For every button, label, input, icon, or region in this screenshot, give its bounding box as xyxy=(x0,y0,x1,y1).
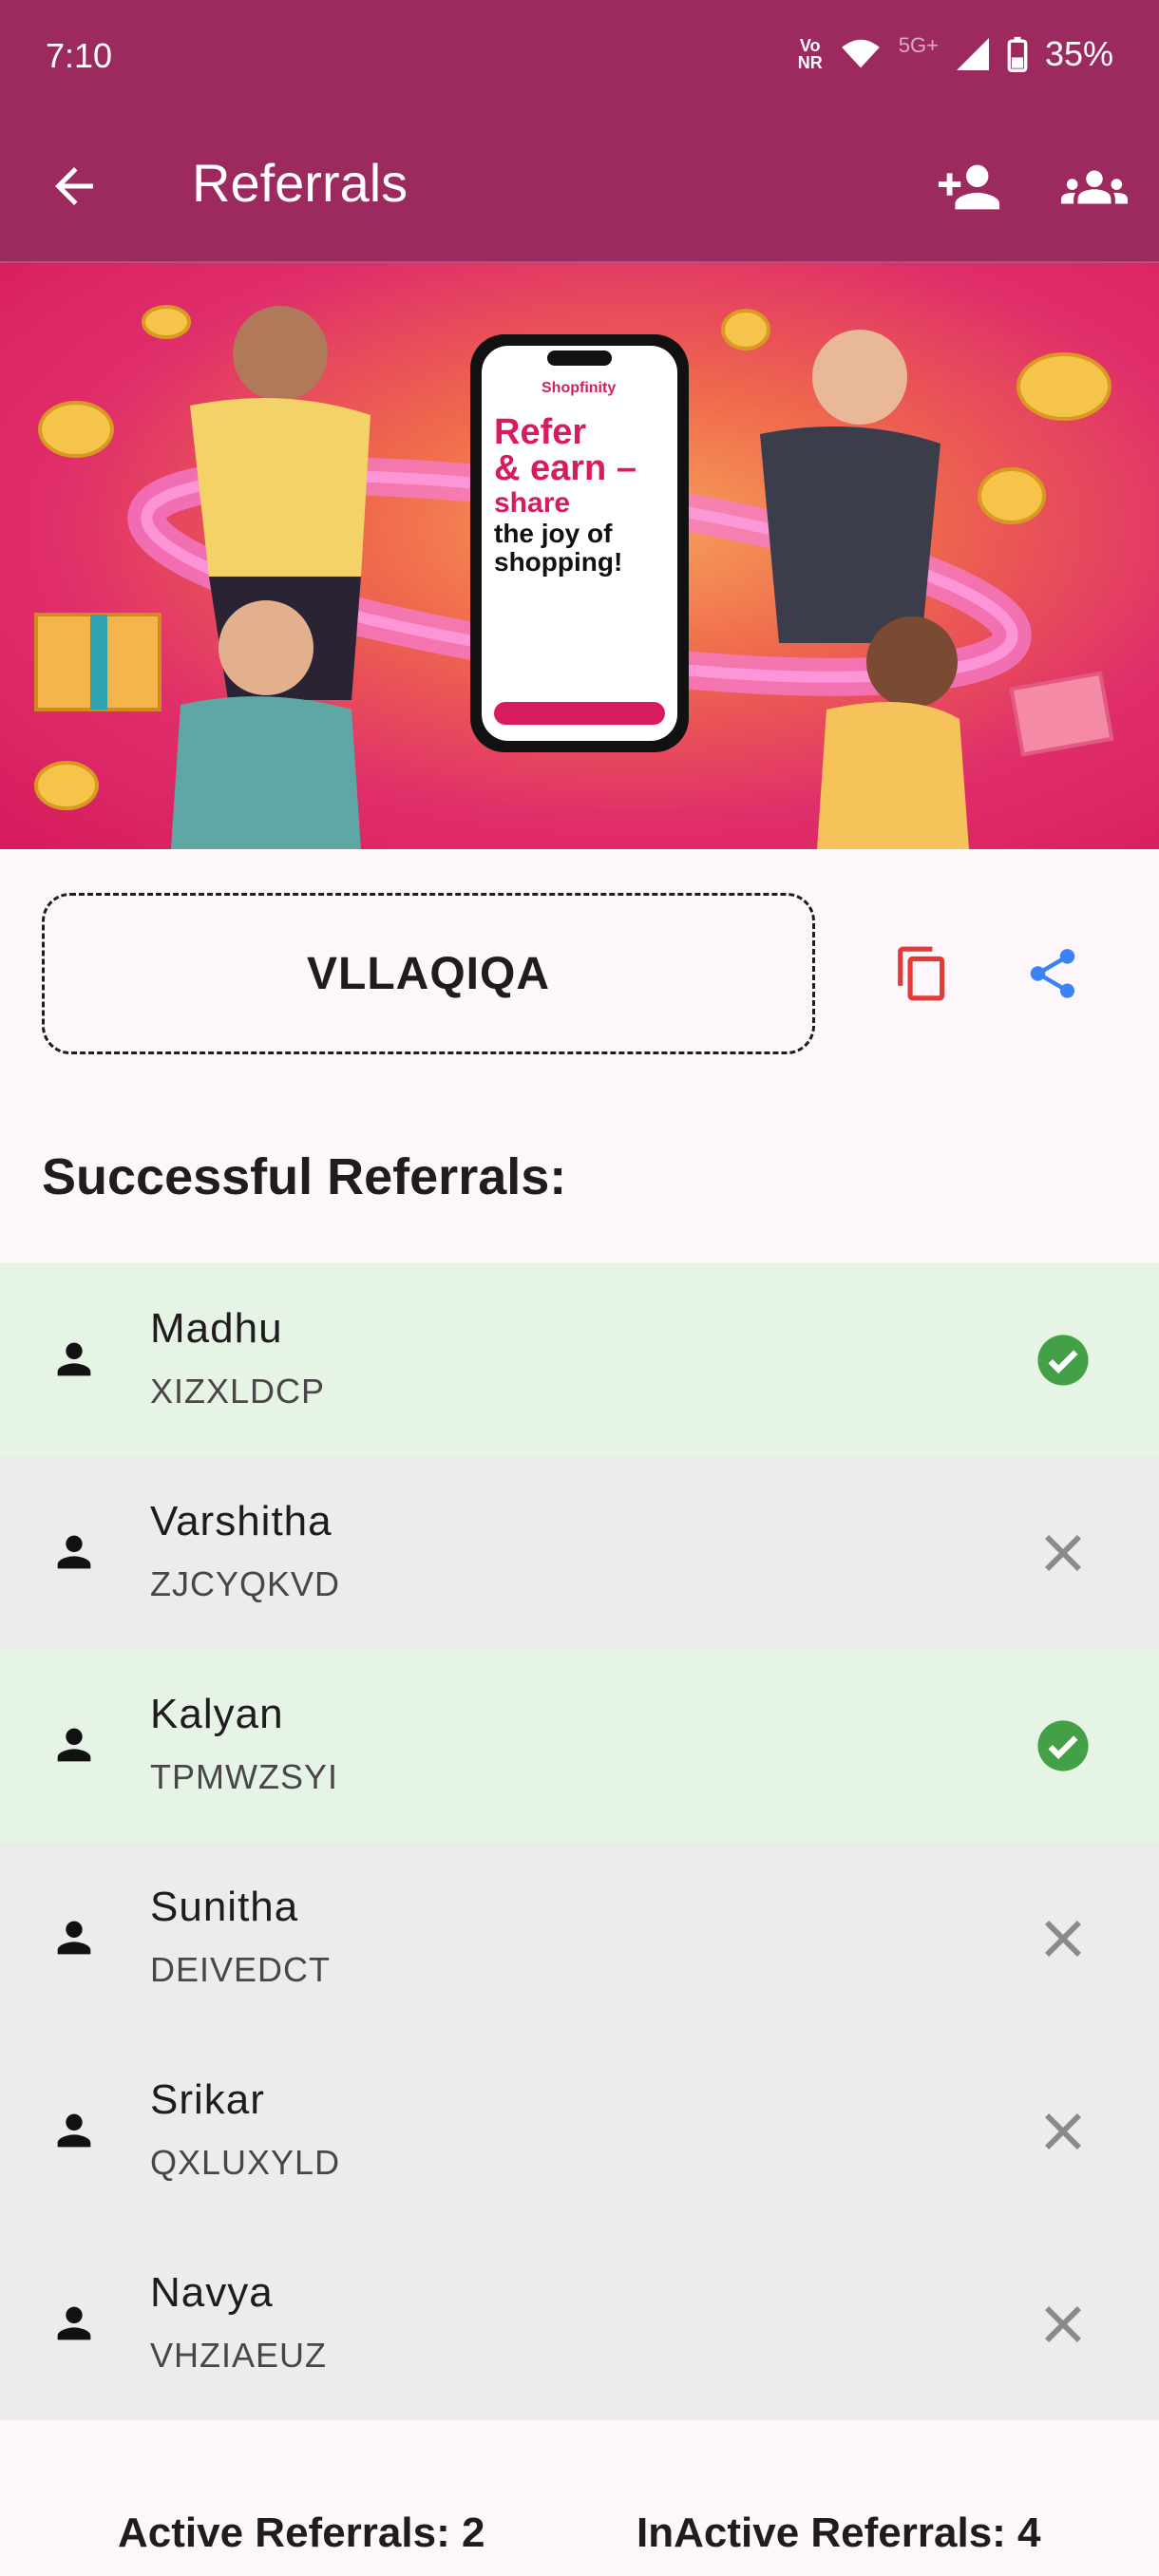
banner-headline-1: Refer xyxy=(494,412,586,452)
referral-summary: Active Referrals: 2 InActive Referrals: … xyxy=(0,2489,1159,2576)
active-referrals-count: Active Referrals: 2 xyxy=(118,2510,485,2556)
banner-headline-3: share xyxy=(494,487,570,519)
person-icon xyxy=(57,1342,91,1376)
person-icon xyxy=(57,2113,91,2148)
person-icon xyxy=(57,1921,91,1955)
group-icon[interactable] xyxy=(1056,154,1132,220)
referral-name: Madhu xyxy=(150,1305,283,1352)
referral-list: Madhu XIZXLDCP Varshitha ZJCYQKVD Kalyan TPMW… xyxy=(0,1263,1159,2420)
referral-row[interactable]: Madhu XIZXLDCP xyxy=(0,1263,1159,1456)
close-icon xyxy=(1045,1921,1081,1957)
check-circle-icon xyxy=(1037,1335,1089,1386)
referral-row[interactable]: Sunitha DEIVEDCT xyxy=(0,1842,1159,2035)
referral-name: Srikar xyxy=(150,2076,265,2123)
referral-row[interactable]: Srikar QXLUXYLD xyxy=(0,2035,1159,2227)
person-icon xyxy=(57,2306,91,2340)
person-icon xyxy=(57,1535,91,1569)
close-icon xyxy=(1045,1535,1081,1571)
close-icon xyxy=(1045,2306,1081,2342)
section-title: Successful Referrals: xyxy=(42,1148,567,1205)
banner-headline-4: the joy of xyxy=(494,519,613,548)
referral-row[interactable]: Varshitha ZJCYQKVD xyxy=(0,1456,1159,1649)
referral-name: Varshitha xyxy=(150,1498,332,1544)
status-icons: Vo NR 5G+ 35% xyxy=(797,33,1113,74)
banner-headline-2: & earn – xyxy=(494,448,636,488)
referral-name: Navya xyxy=(150,2269,274,2316)
referral-name: Sunitha xyxy=(150,1884,299,1930)
referral-row[interactable]: Kalyan TPMWZSYI xyxy=(0,1649,1159,1842)
close-icon xyxy=(1045,2113,1081,2150)
person-icon xyxy=(57,1728,91,1762)
add-person-icon[interactable] xyxy=(931,154,1007,220)
referral-user-code: VHZIAEUZ xyxy=(150,2336,328,2375)
person-illustration-2 xyxy=(760,330,940,643)
check-circle-icon xyxy=(1037,1720,1089,1771)
referral-name: Kalyan xyxy=(150,1691,284,1737)
banner-brand: Shopfinity xyxy=(542,380,616,396)
back-arrow-icon[interactable] xyxy=(46,158,103,215)
referral-code-box: VLLAQIQA xyxy=(42,893,815,1054)
referral-user-code: TPMWZSYI xyxy=(150,1757,338,1796)
app-bar: Referrals xyxy=(0,114,1159,263)
referral-row[interactable]: Navya VHZIAEUZ xyxy=(0,2227,1159,2420)
battery-percent: 35% xyxy=(1044,34,1113,73)
referral-user-code: DEIVEDCT xyxy=(150,1950,332,1989)
referral-code: VLLAQIQA xyxy=(307,948,550,999)
referral-user-code: XIZXLDCP xyxy=(150,1372,326,1411)
referral-user-code: QXLUXYLD xyxy=(150,2143,341,2182)
referral-user-code: ZJCYQKVD xyxy=(150,1564,341,1603)
page-title: Referrals xyxy=(192,153,408,213)
share-icon[interactable] xyxy=(1023,944,1082,1003)
copy-icon[interactable] xyxy=(893,944,952,1003)
person-illustration-4 xyxy=(817,616,969,849)
referral-banner: Shopfinity Refer & earn – share the joy … xyxy=(0,263,1159,849)
inactive-referrals-count: InActive Referrals: 4 xyxy=(636,2510,1041,2556)
signal-icon xyxy=(956,38,989,70)
status-time: 7:10 xyxy=(46,36,113,75)
network-type-label: 5G+ xyxy=(898,33,939,57)
volte-indicator: Vo NR xyxy=(797,36,823,72)
battery-icon xyxy=(1007,36,1028,72)
banner-headline-5: shopping! xyxy=(494,547,622,577)
banner-illustration: Shopfinity Refer & earn – share the joy … xyxy=(34,305,1114,849)
wifi-icon xyxy=(841,39,880,68)
status-bar: 7:10 Vo NR 5G+ 35% xyxy=(0,0,1159,114)
